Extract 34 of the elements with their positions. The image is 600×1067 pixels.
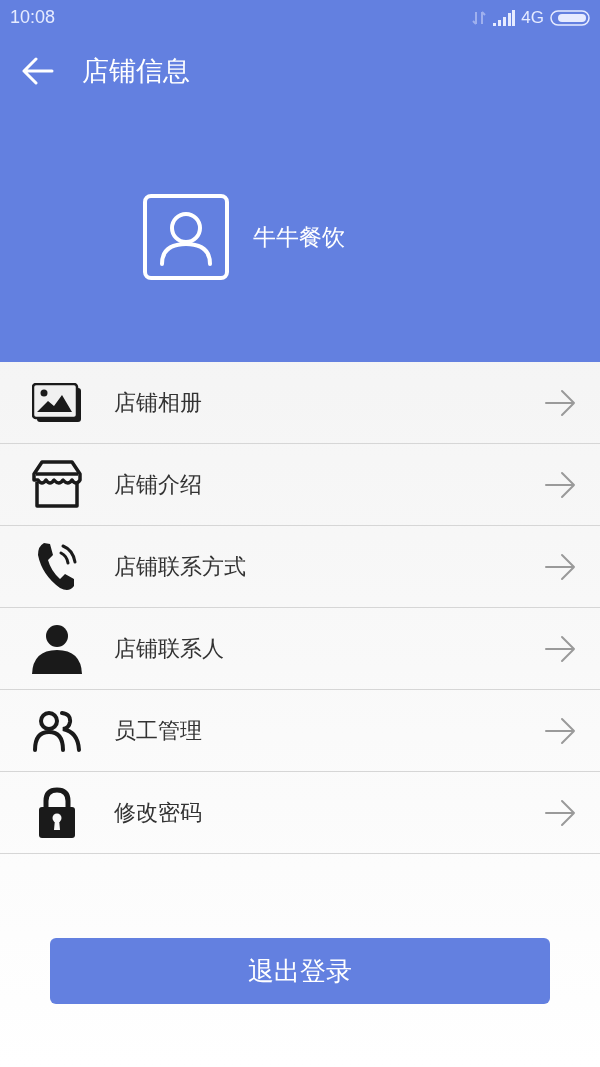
menu-item[interactable]: 员工管理 xyxy=(0,690,600,772)
menu-item[interactable]: 店铺联系人 xyxy=(0,608,600,690)
back-arrow-icon xyxy=(22,57,54,85)
menu-item[interactable]: 店铺联系方式 xyxy=(0,526,600,608)
people-icon xyxy=(32,709,82,752)
battery-icon xyxy=(550,9,590,26)
page-title: 店铺信息 xyxy=(82,54,190,88)
shop-icon xyxy=(32,459,82,510)
arrow-right-icon xyxy=(544,470,576,499)
menu-label: 员工管理 xyxy=(114,717,202,745)
pictures-icon xyxy=(32,382,82,423)
arrow-right-icon xyxy=(544,716,576,745)
arrow-right-icon xyxy=(544,388,576,417)
lock-icon xyxy=(38,786,76,839)
signal-icon xyxy=(493,9,516,26)
data-arrows-icon xyxy=(471,9,488,26)
logout-button[interactable]: 退出登录 xyxy=(50,938,550,1004)
person-icon xyxy=(32,623,82,674)
menu-item[interactable]: 店铺相册 xyxy=(0,362,600,444)
menu-label: 店铺联系方式 xyxy=(114,553,246,581)
arrow-right-icon xyxy=(544,552,576,581)
phone-call-icon xyxy=(36,540,78,593)
menu-item[interactable]: 店铺介绍 xyxy=(0,444,600,526)
menu-label: 店铺相册 xyxy=(114,389,202,417)
menu-label: 店铺介绍 xyxy=(114,471,202,499)
store-name: 牛牛餐饮 xyxy=(253,222,345,252)
menu-label: 店铺联系人 xyxy=(114,635,224,663)
network-label: 4G xyxy=(521,6,544,29)
menu-item[interactable]: 修改密码 xyxy=(0,772,600,854)
arrow-right-icon xyxy=(544,798,576,827)
menu-label: 修改密码 xyxy=(114,799,202,827)
status-time: 10:08 xyxy=(10,6,56,29)
arrow-right-icon xyxy=(544,634,576,663)
avatar-icon xyxy=(143,194,229,280)
